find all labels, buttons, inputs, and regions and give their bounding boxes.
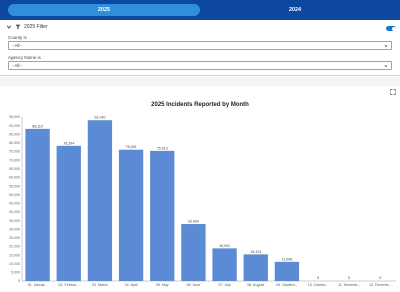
y-tick-label: 15,000 [9, 253, 20, 257]
bar [87, 120, 113, 281]
county-select[interactable]: - All - [8, 41, 392, 50]
filter-icon [15, 24, 21, 30]
y-tick-label: 75,000 [9, 150, 20, 154]
x-tick-label: 12. Decemb... [369, 283, 391, 287]
agency-select[interactable]: - All - [8, 61, 392, 70]
data-label: 88,119 [32, 124, 43, 128]
y-tick-label: 35,000 [9, 219, 20, 223]
data-label: 75,413 [157, 146, 168, 150]
data-label: 15,413 [250, 250, 261, 254]
bar [118, 149, 144, 281]
y-tick-label: 5,000 [11, 271, 20, 275]
y-tick-label: 80,000 [9, 141, 20, 145]
county-select-value: - All - [12, 43, 23, 48]
year-tab-bar: 2025 2024 [0, 0, 400, 20]
filter-panel: 2025 Filter County is - All - Agency Nam… [0, 20, 400, 76]
x-tick-label: 02. Februa... [59, 283, 79, 287]
county-label: County is [8, 35, 27, 40]
y-tick-label: 20,000 [9, 245, 20, 249]
bar [56, 145, 81, 281]
data-label: 11,096 [282, 257, 293, 261]
bar-chart: 0 5,000 10,000 15,000 20,000 25,000 30,000 35,0… [9, 115, 396, 287]
filter-toggle[interactable] [386, 26, 396, 31]
data-label: 33,004 [188, 220, 199, 224]
tab-2024[interactable]: 2024 [200, 4, 390, 16]
agency-label: Agency Name is [8, 55, 41, 60]
y-tick-label: 40,000 [9, 210, 20, 214]
x-tick-label: 04. April [125, 283, 138, 287]
data-label: 0 [379, 276, 381, 280]
data-label: 18,902 [219, 244, 230, 248]
data-label: 78,294 [63, 141, 74, 145]
x-tick-label: 11. Novemb... [338, 283, 360, 287]
bar [150, 150, 175, 281]
data-label: 0 [348, 276, 350, 280]
y-tick-label: 45,000 [9, 202, 20, 206]
x-tick-label: 10. Octobe... [308, 283, 329, 287]
x-tick-label: 09. Septem... [276, 283, 297, 287]
y-tick-label: 10,000 [9, 262, 20, 266]
tab-2025[interactable]: 2025 [8, 4, 200, 16]
bar [25, 128, 50, 281]
filter-header[interactable]: 2025 Filter [6, 23, 48, 31]
data-label: 0 [317, 276, 319, 280]
y-tick-label: 95,000 [9, 115, 20, 119]
y-tick-label: 85,000 [9, 132, 20, 136]
bar [212, 248, 237, 281]
agency-select-value: - All - [12, 63, 23, 68]
x-tick-label: 03. March [92, 283, 108, 287]
data-label: 93,140 [94, 116, 105, 120]
chevron-down-icon[interactable] [6, 24, 12, 30]
x-tick-label: 01. Januar... [28, 283, 48, 287]
y-tick-label: 70,000 [9, 158, 20, 162]
x-tick-label: 07. July [218, 283, 231, 287]
x-tick-label: 05. May [156, 283, 169, 287]
filter-title: 2025 Filter [24, 24, 48, 30]
y-tick-label: 65,000 [9, 167, 20, 171]
y-tick-label: 30,000 [9, 227, 20, 231]
chart-panel: 2025 Incidents Reported by Month 0 5,000 1… [0, 86, 400, 292]
data-label: 76,061 [126, 145, 137, 149]
chevron-down-icon [384, 45, 388, 48]
y-tick-label: 0 [18, 279, 20, 283]
panel-separator [0, 77, 400, 86]
bar [274, 261, 300, 281]
bar [181, 224, 206, 281]
y-tick-label: 90,000 [9, 124, 20, 128]
y-tick-label: 25,000 [9, 236, 20, 240]
x-tick-label: 08. August [247, 283, 264, 287]
bar [243, 254, 268, 281]
chevron-down-icon [384, 65, 388, 68]
x-tick-label: 06. June [187, 283, 201, 287]
y-tick-label: 60,000 [9, 176, 20, 180]
y-tick-label: 55,000 [9, 184, 20, 188]
y-tick-label: 50,000 [9, 193, 20, 197]
